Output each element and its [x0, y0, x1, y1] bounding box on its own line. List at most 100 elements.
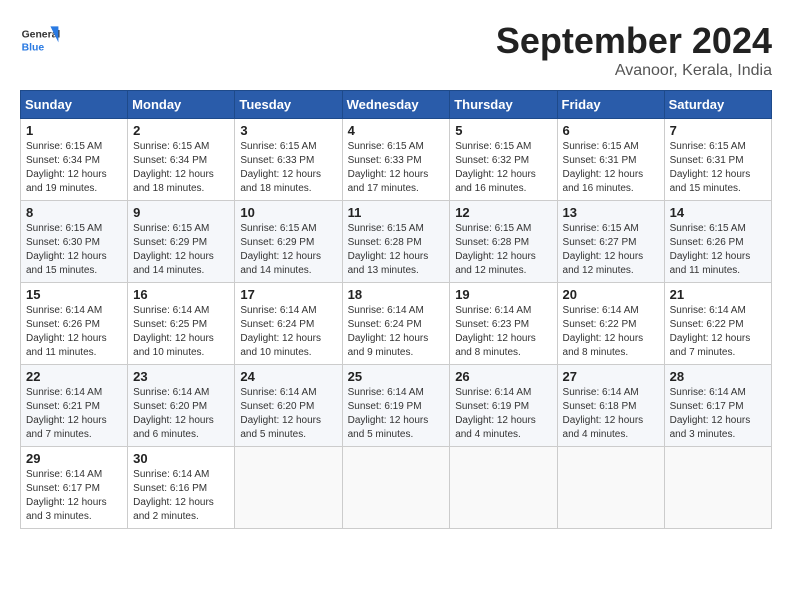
calendar-cell: 18Sunrise: 6:14 AM Sunset: 6:24 PM Dayli… [342, 283, 450, 365]
calendar-cell: 26Sunrise: 6:14 AM Sunset: 6:19 PM Dayli… [450, 365, 557, 447]
day-info: Sunrise: 6:15 AM Sunset: 6:29 PM Dayligh… [240, 222, 336, 278]
day-info: Sunrise: 6:15 AM Sunset: 6:33 PM Dayligh… [240, 140, 336, 196]
day-number: 2 [133, 123, 229, 138]
day-number: 15 [26, 287, 122, 302]
title-area: September 2024 Avanoor, Kerala, India [496, 20, 772, 80]
calendar-cell: 4Sunrise: 6:15 AM Sunset: 6:33 PM Daylig… [342, 119, 450, 201]
calendar-cell: 28 Sunrise: 6:14 AM Sunset: 6:17 PM Dayli… [664, 365, 771, 447]
calendar-week-2: 8 Sunrise: 6:15 AM Sunset: 6:30 PM Daylig… [21, 201, 772, 283]
calendar-cell: 24Sunrise: 6:14 AM Sunset: 6:20 PM Dayli… [235, 365, 342, 447]
day-info: Sunrise: 6:14 AM Sunset: 6:22 PM Dayligh… [670, 304, 766, 360]
logo: General Blue [20, 20, 64, 60]
day-info: Sunrise: 6:14 AM Sunset: 6:22 PM Dayligh… [563, 304, 659, 360]
calendar-cell: 2 Sunrise: 6:15 AM Sunset: 6:34 PM Daylig… [128, 119, 235, 201]
calendar-header-row: SundayMondayTuesdayWednesdayThursdayFrid… [21, 91, 772, 119]
calendar-cell [664, 447, 771, 529]
day-info: Sunrise: 6:15 AM Sunset: 6:27 PM Dayligh… [563, 222, 659, 278]
day-header-monday: Monday [128, 91, 235, 119]
svg-text:Blue: Blue [22, 42, 45, 53]
calendar-cell: 17Sunrise: 6:14 AM Sunset: 6:24 PM Dayli… [235, 283, 342, 365]
calendar-week-1: 1 Sunrise: 6:15 AM Sunset: 6:34 PM Daylig… [21, 119, 772, 201]
calendar-cell: 27 Sunrise: 6:14 AM Sunset: 6:18 PM Dayli… [557, 365, 664, 447]
day-number: 6 [563, 123, 659, 138]
day-number: 8 [26, 205, 122, 220]
day-info: Sunrise: 6:14 AM Sunset: 6:24 PM Dayligh… [240, 304, 336, 360]
calendar-cell: 9Sunrise: 6:15 AM Sunset: 6:29 PM Daylig… [128, 201, 235, 283]
calendar-cell: 13 Sunrise: 6:15 AM Sunset: 6:27 PM Dayli… [557, 201, 664, 283]
day-number: 30 [133, 451, 229, 466]
header: General Blue September 2024 Avanoor, Ker… [20, 20, 772, 80]
day-info: Sunrise: 6:15 AM Sunset: 6:26 PM Dayligh… [670, 222, 766, 278]
calendar-cell: 25 Sunrise: 6:14 AM Sunset: 6:19 PM Dayli… [342, 365, 450, 447]
day-number: 20 [563, 287, 659, 302]
calendar-cell: 20 Sunrise: 6:14 AM Sunset: 6:22 PM Dayli… [557, 283, 664, 365]
day-info: Sunrise: 6:15 AM Sunset: 6:28 PM Dayligh… [455, 222, 551, 278]
day-info: Sunrise: 6:14 AM Sunset: 6:18 PM Dayligh… [563, 386, 659, 442]
day-info: Sunrise: 6:15 AM Sunset: 6:28 PM Dayligh… [348, 222, 445, 278]
day-info: Sunrise: 6:14 AM Sunset: 6:25 PM Dayligh… [133, 304, 229, 360]
day-info: Sunrise: 6:15 AM Sunset: 6:32 PM Dayligh… [455, 140, 551, 196]
calendar-cell: 23 Sunrise: 6:14 AM Sunset: 6:20 PM Dayli… [128, 365, 235, 447]
day-number: 22 [26, 369, 122, 384]
day-number: 29 [26, 451, 122, 466]
calendar-cell [557, 447, 664, 529]
day-info: Sunrise: 6:15 AM Sunset: 6:31 PM Dayligh… [563, 140, 659, 196]
calendar-table: SundayMondayTuesdayWednesdayThursdayFrid… [20, 90, 772, 529]
day-number: 25 [348, 369, 445, 384]
calendar-cell: 22 Sunrise: 6:14 AM Sunset: 6:21 PM Dayli… [21, 365, 128, 447]
day-info: Sunrise: 6:14 AM Sunset: 6:19 PM Dayligh… [455, 386, 551, 442]
day-info: Sunrise: 6:14 AM Sunset: 6:17 PM Dayligh… [26, 468, 122, 524]
calendar-cell [342, 447, 450, 529]
day-info: Sunrise: 6:14 AM Sunset: 6:23 PM Dayligh… [455, 304, 551, 360]
day-header-wednesday: Wednesday [342, 91, 450, 119]
calendar-cell: 11 Sunrise: 6:15 AM Sunset: 6:28 PM Dayli… [342, 201, 450, 283]
day-number: 13 [563, 205, 659, 220]
day-number: 14 [670, 205, 766, 220]
day-number: 27 [563, 369, 659, 384]
day-header-thursday: Thursday [450, 91, 557, 119]
day-header-sunday: Sunday [21, 91, 128, 119]
day-number: 5 [455, 123, 551, 138]
calendar-week-4: 22 Sunrise: 6:14 AM Sunset: 6:21 PM Dayli… [21, 365, 772, 447]
day-number: 28 [670, 369, 766, 384]
calendar-cell [450, 447, 557, 529]
calendar-cell: 12 Sunrise: 6:15 AM Sunset: 6:28 PM Dayli… [450, 201, 557, 283]
calendar-cell: 15Sunrise: 6:14 AM Sunset: 6:26 PM Dayli… [21, 283, 128, 365]
day-number: 16 [133, 287, 229, 302]
calendar-week-3: 15Sunrise: 6:14 AM Sunset: 6:26 PM Dayli… [21, 283, 772, 365]
day-number: 21 [670, 287, 766, 302]
day-number: 11 [348, 205, 445, 220]
day-number: 7 [670, 123, 766, 138]
day-info: Sunrise: 6:14 AM Sunset: 6:17 PM Dayligh… [670, 386, 766, 442]
calendar-cell: 19 Sunrise: 6:14 AM Sunset: 6:23 PM Dayli… [450, 283, 557, 365]
day-header-tuesday: Tuesday [235, 91, 342, 119]
day-number: 9 [133, 205, 229, 220]
day-header-friday: Friday [557, 91, 664, 119]
calendar-body: 1 Sunrise: 6:15 AM Sunset: 6:34 PM Daylig… [21, 119, 772, 529]
calendar-cell [235, 447, 342, 529]
location-subtitle: Avanoor, Kerala, India [496, 62, 772, 80]
day-info: Sunrise: 6:14 AM Sunset: 6:20 PM Dayligh… [133, 386, 229, 442]
calendar-cell: 21 Sunrise: 6:14 AM Sunset: 6:22 PM Dayli… [664, 283, 771, 365]
calendar-cell: 3Sunrise: 6:15 AM Sunset: 6:33 PM Daylig… [235, 119, 342, 201]
day-info: Sunrise: 6:14 AM Sunset: 6:21 PM Dayligh… [26, 386, 122, 442]
day-info: Sunrise: 6:15 AM Sunset: 6:34 PM Dayligh… [133, 140, 229, 196]
calendar-cell: 30Sunrise: 6:14 AM Sunset: 6:16 PM Dayli… [128, 447, 235, 529]
day-info: Sunrise: 6:14 AM Sunset: 6:19 PM Dayligh… [348, 386, 445, 442]
day-number: 12 [455, 205, 551, 220]
calendar-cell: 16 Sunrise: 6:14 AM Sunset: 6:25 PM Dayli… [128, 283, 235, 365]
month-title: September 2024 [496, 20, 772, 62]
calendar-cell: 1Sunrise: 6:15 AM Sunset: 6:34 PM Daylig… [21, 119, 128, 201]
calendar-cell: 8 Sunrise: 6:15 AM Sunset: 6:30 PM Daylig… [21, 201, 128, 283]
calendar-cell: 10Sunrise: 6:15 AM Sunset: 6:29 PM Dayli… [235, 201, 342, 283]
day-info: Sunrise: 6:15 AM Sunset: 6:31 PM Dayligh… [670, 140, 766, 196]
calendar-cell: 29 Sunrise: 6:14 AM Sunset: 6:17 PM Dayli… [21, 447, 128, 529]
day-info: Sunrise: 6:14 AM Sunset: 6:24 PM Dayligh… [348, 304, 445, 360]
day-header-saturday: Saturday [664, 91, 771, 119]
day-number: 19 [455, 287, 551, 302]
day-info: Sunrise: 6:15 AM Sunset: 6:30 PM Dayligh… [26, 222, 122, 278]
day-info: Sunrise: 6:14 AM Sunset: 6:20 PM Dayligh… [240, 386, 336, 442]
day-number: 1 [26, 123, 122, 138]
day-number: 23 [133, 369, 229, 384]
calendar-cell: 5 Sunrise: 6:15 AM Sunset: 6:32 PM Daylig… [450, 119, 557, 201]
